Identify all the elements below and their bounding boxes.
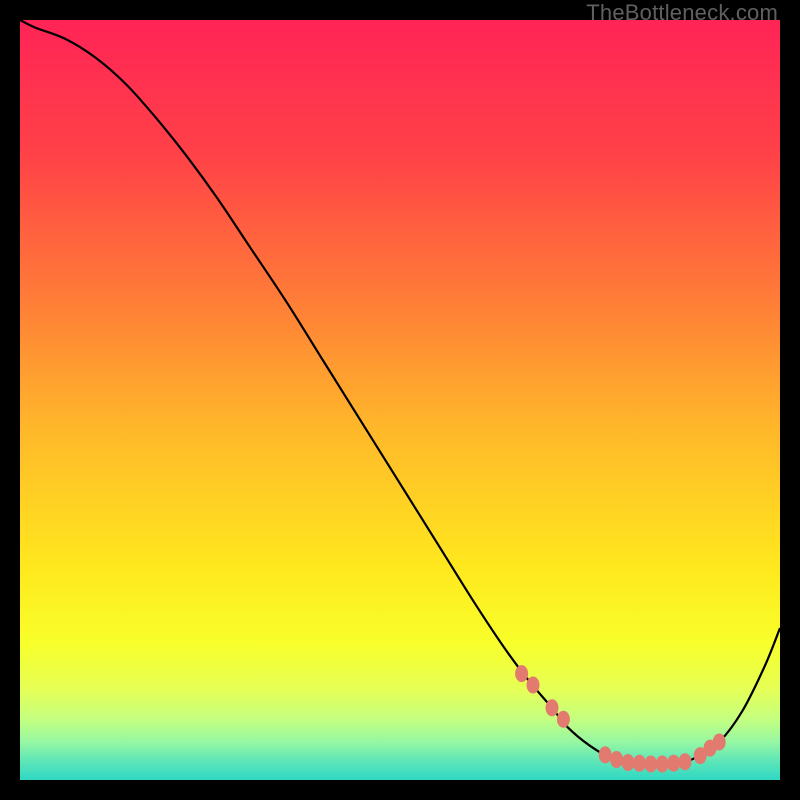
curve-marker: [667, 755, 680, 772]
curve-marker: [610, 751, 623, 768]
curve-marker: [622, 754, 635, 771]
curve-marker: [633, 755, 646, 772]
watermark-text: TheBottleneck.com: [586, 0, 778, 26]
curve-marker: [599, 746, 612, 763]
bottleneck-chart: [20, 20, 780, 780]
curve-marker: [656, 756, 669, 773]
gradient-background: [20, 20, 780, 780]
curve-marker: [679, 753, 692, 770]
curve-marker: [527, 677, 540, 694]
curve-marker: [515, 665, 528, 682]
curve-marker: [557, 711, 570, 728]
curve-marker: [644, 756, 657, 773]
curve-marker: [713, 734, 726, 751]
curve-marker: [546, 699, 559, 716]
